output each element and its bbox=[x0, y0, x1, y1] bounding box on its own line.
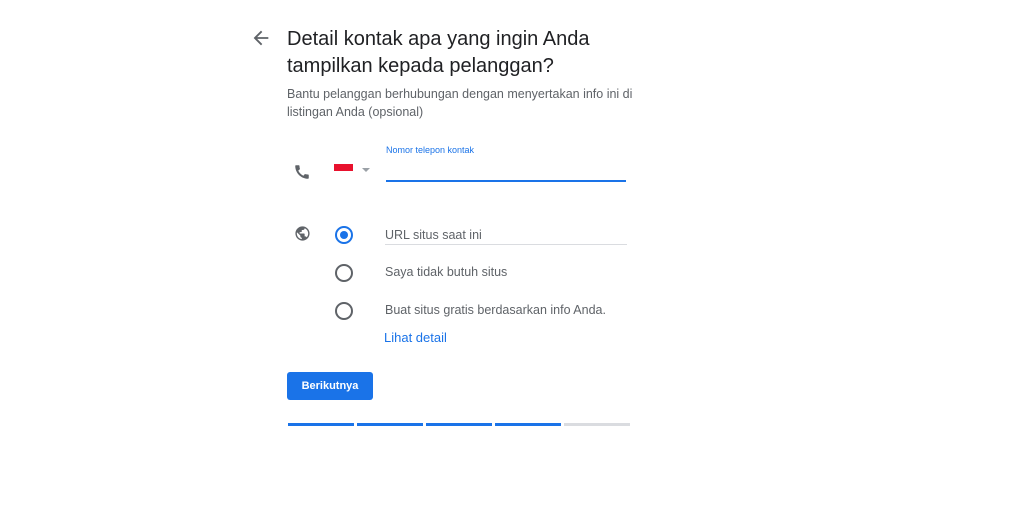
indonesia-flag-icon bbox=[334, 164, 353, 177]
contact-details-page: Detail kontak apa yang ingin Anda tampil… bbox=[0, 0, 1024, 513]
progress-bar bbox=[288, 423, 632, 427]
progress-segment bbox=[495, 423, 561, 426]
phone-icon bbox=[293, 163, 311, 181]
progress-segment bbox=[564, 423, 630, 426]
current-url-field bbox=[385, 225, 627, 245]
see-details-link[interactable]: Lihat detail bbox=[384, 330, 447, 345]
phone-number-label: Nomor telepon kontak bbox=[386, 145, 475, 155]
phone-number-field: Nomor telepon kontak bbox=[386, 143, 626, 184]
progress-segment bbox=[426, 423, 492, 426]
create-free-site-label[interactable]: Buat situs gratis berdasarkan info Anda. bbox=[385, 303, 606, 317]
current-url-input[interactable] bbox=[385, 225, 627, 245]
phone-number-input[interactable] bbox=[386, 160, 626, 182]
arrow-left-icon bbox=[253, 30, 269, 46]
progress-segment bbox=[357, 423, 423, 426]
globe-icon bbox=[294, 225, 311, 242]
no-website-label[interactable]: Saya tidak butuh situs bbox=[385, 265, 507, 279]
page-subtitle: Bantu pelanggan berhubungan dengan menye… bbox=[287, 87, 633, 119]
radio-no-website[interactable] bbox=[335, 264, 353, 282]
radio-current-url[interactable] bbox=[335, 226, 353, 244]
country-code-select[interactable] bbox=[332, 160, 376, 182]
radio-create-free-site[interactable] bbox=[335, 302, 353, 320]
next-button[interactable]: Berikutnya bbox=[287, 372, 373, 400]
back-button[interactable] bbox=[250, 27, 272, 49]
progress-segment bbox=[288, 423, 354, 426]
dropdown-arrow-icon bbox=[362, 168, 370, 172]
page-title: Detail kontak apa yang ingin Anda tampil… bbox=[287, 28, 590, 77]
